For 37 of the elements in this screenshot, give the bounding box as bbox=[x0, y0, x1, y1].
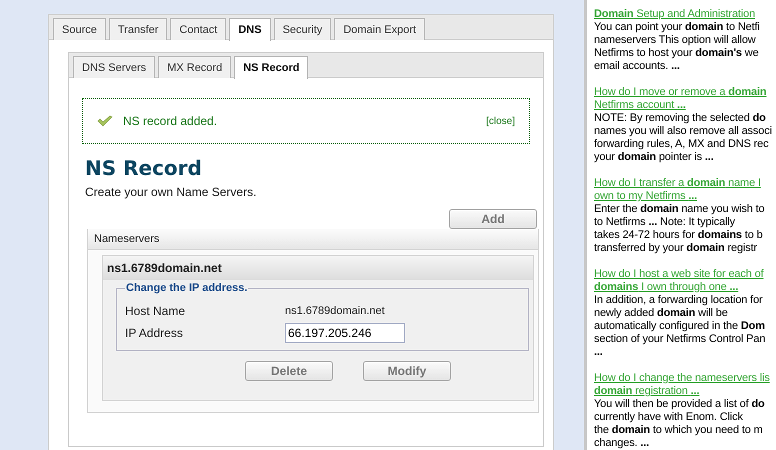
result-snippet: You will then be provided a list of do currently have with Enom. Click the domain to which you need to m changes. ... bbox=[594, 398, 765, 450]
field-label: Host Name bbox=[125, 304, 186, 318]
host-name-value: ns1.6789domain.net bbox=[285, 305, 385, 317]
tab[interactable]: DNS bbox=[229, 18, 271, 41]
result-snippet: NOTE: By removing the selected do names you will also remove all associ forwarding rules, A, MX and DNS rec your domain pointer is ... bbox=[594, 112, 772, 164]
result-snippet: In addition, a forwarding location for newly added domain will be automatically configured in the Dom section of your Netfirms Control Pan ... bbox=[594, 294, 766, 359]
tab[interactable]: DNS Servers bbox=[73, 56, 156, 78]
tab[interactable]: Contact bbox=[170, 18, 226, 40]
tab[interactable]: Source bbox=[53, 18, 106, 40]
ip-address-field[interactable]: 66.197.205.246 bbox=[285, 323, 405, 343]
tab[interactable]: Transfer bbox=[108, 18, 168, 40]
result-link[interactable]: How do I move or remove a domain bbox=[594, 86, 766, 99]
result-link[interactable]: How do I transfer a domain name I bbox=[594, 177, 761, 190]
subtitle: Create your own Name Servers. bbox=[85, 185, 258, 199]
result-link[interactable]: Netfirms account ... bbox=[594, 99, 686, 112]
result-snippet: You can point your domain to Netfi nameservers This option will allow Netfirms to host your domain's we email accounts. ... bbox=[594, 21, 760, 73]
checkmark-icon bbox=[97, 115, 113, 127]
close-link[interactable]: [close] bbox=[486, 116, 515, 126]
message-text: NS record added. bbox=[123, 114, 218, 128]
action-button[interactable]: Delete bbox=[245, 361, 333, 381]
result-link[interactable]: How do I change the nameservers lis bbox=[594, 372, 770, 385]
result-link[interactable]: Domain Setup and Administration bbox=[594, 8, 756, 21]
tab[interactable]: NS Record bbox=[234, 56, 308, 79]
record-header: ns1.6789domain.net bbox=[103, 256, 533, 280]
field-label: IP Address bbox=[125, 326, 184, 340]
add-button[interactable]: Add bbox=[449, 209, 537, 229]
result-link[interactable]: own to my Netfirms ... bbox=[594, 190, 698, 203]
fieldset-legend: Change the IP address. bbox=[125, 282, 248, 294]
tab[interactable]: MX Record bbox=[158, 56, 232, 78]
result-link[interactable]: domains I own through one ... bbox=[594, 281, 738, 294]
result-link[interactable]: How do I host a web site for each of bbox=[594, 268, 764, 281]
action-button[interactable]: Modify bbox=[363, 361, 451, 381]
result-link[interactable]: domain registration ... bbox=[594, 385, 700, 398]
tab[interactable]: Security bbox=[274, 18, 332, 40]
page-heading: NS Record bbox=[85, 156, 203, 180]
result-snippet: Enter the domain name you wish to to Netfirms ... Note: It typically takes 24-72 hours for domains to b transferred by your domain registr bbox=[594, 203, 765, 255]
tab[interactable]: Domain Export bbox=[334, 18, 426, 40]
